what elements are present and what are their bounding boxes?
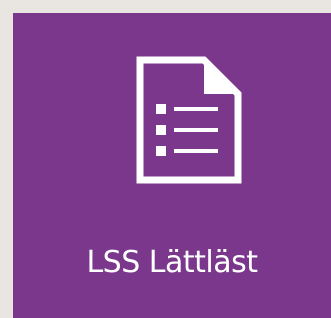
lss-lattlast-tile[interactable]: LSS Lättläst [13, 13, 331, 318]
tile-label: LSS Lättläst [86, 245, 258, 280]
document-list-icon [136, 56, 242, 184]
